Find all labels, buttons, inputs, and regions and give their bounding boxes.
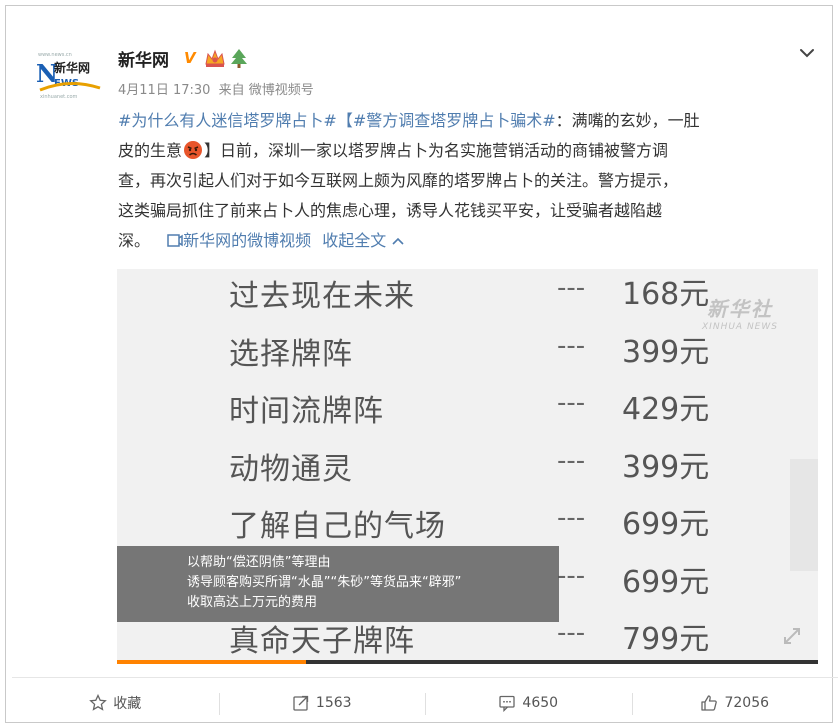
post-text-line3: 查，再次引起人们对于如今互联网上颇为风靡的塔罗牌占卜的关注。警方提示， xyxy=(118,171,679,190)
star-icon xyxy=(89,694,108,711)
action-bar: 收藏 1563 4650 72056 xyxy=(12,678,838,728)
video-player[interactable]: 过去现在未来 --- 168元 选择牌阵 --- 399元 时间流牌阵 --- 429元 动物通灵… xyxy=(117,269,818,664)
xinhua-avatar-logo[interactable]: www.news.cn N 新华网 EWS xinhuanet.com xyxy=(34,48,104,100)
price-row-item: 了解自己的气场 xyxy=(229,509,446,544)
price-row-dash: --- xyxy=(557,388,586,418)
chevron-down-icon[interactable] xyxy=(796,42,818,64)
like-button[interactable]: 72056 xyxy=(631,678,838,728)
price-row-item: 时间流牌阵 xyxy=(229,394,384,429)
price-row-price: 429元 xyxy=(622,392,710,427)
post-text-line4: 这类骗局抓住了前来占卜人的焦虑心理，诱导人花钱买平安，让受骗者越陷越 xyxy=(118,201,663,220)
xinhua-watermark: 新华社 XINHUA NEWS xyxy=(695,293,785,332)
price-row-dash: --- xyxy=(557,503,586,533)
svg-text:xinhuanet.com: xinhuanet.com xyxy=(40,94,78,100)
comment-button[interactable]: 4650 xyxy=(425,678,632,728)
collapse-label: 收起全文 xyxy=(322,231,387,250)
video-link-icon xyxy=(167,234,183,247)
price-row-item: 过去现在未来 xyxy=(229,279,415,314)
price-row-price: 699元 xyxy=(622,564,710,600)
tree-icon xyxy=(231,49,247,68)
watermark-cn: 新华社 xyxy=(707,297,773,321)
angry-face-emoji-icon xyxy=(184,141,203,159)
video-side-panel xyxy=(790,459,818,571)
post-text-line2-tail: 】日前，深圳一家以塔罗牌占卜为名实施营销活动的商铺被警方调 xyxy=(204,141,669,160)
caption-line-3: 收取高达上万元的费用 xyxy=(187,595,318,610)
caption-line-2: 诱导顾客购买所谓“水晶”“朱砂”等货品来“辟邪” xyxy=(187,575,462,590)
comment-icon xyxy=(499,695,516,712)
price-row: 了解自己的气场 --- 699元 xyxy=(117,497,818,553)
post-text: #为什么有人迷信塔罗牌占卜#【#警方调查塔罗牌占卜骗术#：满嘴的玄妙，一肚 皮的… xyxy=(118,106,813,256)
thumbs-up-icon xyxy=(701,695,718,711)
collapse-text-button[interactable]: 收起全文 xyxy=(322,231,405,250)
repost-button[interactable]: 1563 xyxy=(218,678,426,728)
price-row-dash: --- xyxy=(557,273,586,303)
price-row-item: 真命天子牌阵 xyxy=(229,624,415,659)
price-row-dash: --- xyxy=(557,330,586,361)
video-progress-fill xyxy=(117,660,307,664)
price-row-dash: --- xyxy=(557,445,586,476)
fullscreen-icon[interactable] xyxy=(781,625,803,647)
price-row: 时间流牌阵 --- 429元 xyxy=(117,382,818,438)
caption-line-1: 以帮助“偿还阴债”等理由 xyxy=(187,555,331,570)
author-name[interactable]: 新华网 xyxy=(118,46,169,71)
topic-link-2[interactable]: 【#警方调查塔罗牌占卜骗术# xyxy=(337,111,556,130)
video-link-label: 新华网的微博视频 xyxy=(183,231,312,250)
price-row-dash: --- xyxy=(557,560,586,591)
price-row-price: 699元 xyxy=(622,507,710,542)
price-row-price: 399元 xyxy=(622,334,710,370)
like-count: 72056 xyxy=(724,695,770,711)
crown-icon xyxy=(205,49,225,67)
post-meta: 4月11日 17:30 来自 微博视频号 xyxy=(118,79,314,98)
video-source-link[interactable]: 新华网的微博视频 xyxy=(167,231,311,250)
video-caption: 以帮助“偿还阴债”等理由 诱导顾客购买所谓“水晶”“朱砂”等货品来“辟邪” 收取… xyxy=(117,546,559,622)
repost-count: 1563 xyxy=(315,695,352,711)
price-row-item: 选择牌阵 xyxy=(229,336,353,372)
price-row: 动物通灵 --- 399元 xyxy=(117,440,818,496)
favorite-button[interactable]: 收藏 xyxy=(12,678,219,728)
weibo-post-card: www.news.cn N 新华网 EWS xinhuanet.com 新华网 … xyxy=(5,5,838,723)
price-row-price: 799元 xyxy=(622,622,710,657)
topic-link-1[interactable]: #为什么有人迷信塔罗牌占卜# xyxy=(118,111,337,130)
post-text-line5: 深。 xyxy=(118,231,151,250)
svg-text:www.news.cn: www.news.cn xyxy=(38,52,72,58)
favorite-label: 收藏 xyxy=(113,696,142,712)
price-row-price: 399元 xyxy=(622,449,710,485)
repost-icon xyxy=(293,695,309,711)
video-progress-bar[interactable] xyxy=(117,660,818,664)
post-text-line1-tail: ：满嘴的玄妙，一肚 xyxy=(555,111,700,130)
comment-count: 4650 xyxy=(522,695,559,711)
verified-badge-icon: V xyxy=(184,49,196,67)
price-row-item: 动物通灵 xyxy=(229,451,353,487)
price-row: 选择牌阵 --- 399元 xyxy=(117,325,818,381)
post-source: 来自 微博视频号 xyxy=(218,83,314,98)
svg-text:新华网: 新华网 xyxy=(54,60,90,75)
post-text-line2-head: 皮的生意 xyxy=(118,141,183,160)
chevron-up-icon xyxy=(392,237,404,245)
post-timestamp[interactable]: 4月11日 17:30 xyxy=(118,83,210,98)
watermark-en: XINHUA NEWS xyxy=(702,322,778,332)
price-row-dash: --- xyxy=(557,618,586,648)
